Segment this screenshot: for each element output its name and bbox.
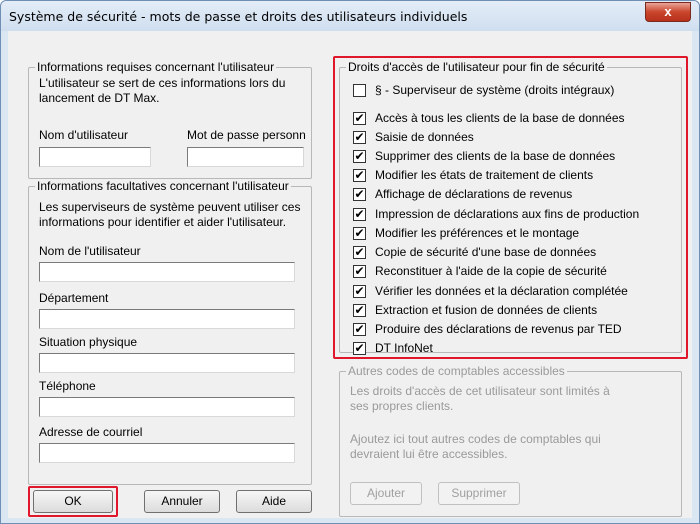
phone-label: Téléphone (39, 379, 96, 393)
location-label: Situation physique (39, 335, 138, 349)
location-field[interactable] (39, 353, 295, 373)
help-button[interactable]: Aide (236, 490, 312, 513)
optional-info-group: Informations facultatives concernant l'u… (28, 179, 312, 485)
department-field[interactable] (39, 309, 295, 329)
checked-checkbox[interactable]: ✔ (353, 323, 366, 336)
checked-checkbox[interactable]: ✔ (353, 188, 366, 201)
checked-checkbox[interactable]: ✔ (353, 131, 366, 144)
checked-checkbox[interactable]: ✔ (353, 150, 366, 163)
other-codes-text-2: Ajoutez ici tout autres codes de comptab… (350, 432, 601, 461)
email-label: Adresse de courriel (39, 425, 143, 439)
close-icon: x (664, 4, 672, 19)
optional-info-description: Les superviseurs de système peuvent util… (39, 200, 301, 229)
window-title: Système de sécurité - mots de passe et d… (9, 9, 468, 24)
full-name-label: Nom de l'utilisateur (39, 244, 141, 258)
password-field[interactable] (187, 147, 304, 167)
full-name-field[interactable] (39, 262, 295, 282)
access-right-label: DT InfoNet (375, 341, 433, 355)
department-label: Département (39, 291, 109, 305)
access-right-label: Copie de sécurité d'une base de données (375, 245, 597, 259)
other-codes-legend: Autres codes de comptables accessibles (346, 364, 567, 378)
delete-button[interactable]: Supprimer (438, 482, 520, 505)
required-info-description: L'utilisateur se sert de ces information… (39, 76, 286, 105)
checked-checkbox[interactable]: ✔ (353, 265, 366, 278)
required-info-legend: Informations requises concernant l'utili… (35, 60, 277, 74)
access-right-label: § - Superviseur de système (droits intég… (375, 83, 615, 97)
checked-checkbox[interactable]: ✔ (353, 112, 366, 125)
access-right-label: Accès à tous les clients de la base de d… (375, 111, 625, 125)
checked-checkbox[interactable]: ✔ (353, 304, 366, 317)
access-right-label: Impression de déclarations aux fins de p… (375, 207, 640, 221)
access-right-label: Modifier les états de traitement de clie… (375, 168, 594, 182)
title-bar: Système de sécurité - mots de passe et d… (1, 1, 699, 31)
cancel-button[interactable]: Annuler (144, 490, 220, 513)
access-rights-group: Droits d'accès de l'utilisateur pour fin… (339, 60, 682, 355)
unchecked-checkbox[interactable] (353, 84, 366, 97)
other-codes-group: Autres codes de comptables accessibles L… (339, 364, 682, 517)
checked-checkbox[interactable]: ✔ (353, 227, 366, 240)
password-label: Mot de passe personn (187, 128, 306, 142)
access-right-label: Reconstituer à l'aide de la copie de séc… (375, 264, 607, 278)
access-right-label: Affichage de déclarations de revenus (375, 187, 573, 201)
checked-checkbox[interactable]: ✔ (353, 169, 366, 182)
add-button[interactable]: Ajouter (350, 482, 422, 505)
checked-checkbox[interactable]: ✔ (353, 246, 366, 259)
username-label: Nom d'utilisateur (39, 128, 128, 142)
access-right-label: Supprimer des clients de la base de donn… (375, 149, 616, 163)
checked-checkbox[interactable]: ✔ (353, 208, 366, 221)
required-info-group: Informations requises concernant l'utili… (28, 60, 312, 179)
phone-field[interactable] (39, 397, 295, 417)
access-rights-legend: Droits d'accès de l'utilisateur pour fin… (346, 60, 607, 74)
ok-button[interactable]: OK (33, 490, 113, 513)
email-field[interactable] (39, 443, 295, 463)
username-field[interactable] (39, 147, 151, 167)
checked-checkbox[interactable]: ✔ (353, 285, 366, 298)
access-right-label: Produire des déclarations de revenus par… (375, 322, 622, 336)
other-codes-text-1: Les droits d'accès de cet utilisateur so… (350, 384, 610, 413)
checked-checkbox[interactable]: ✔ (353, 342, 366, 355)
security-dialog: Système de sécurité - mots de passe et d… (0, 0, 700, 524)
access-right-label: Saisie de données (375, 130, 474, 144)
access-right-label: Vérifier les données et la déclaration c… (375, 284, 628, 298)
dialog-body: Informations requises concernant l'utili… (8, 31, 692, 518)
access-right-label: Modifier les préférences et le montage (375, 226, 580, 240)
access-right-label: Extraction et fusion de données de clien… (375, 303, 598, 317)
close-button[interactable]: x (645, 2, 691, 22)
optional-info-legend: Informations facultatives concernant l'u… (35, 179, 291, 193)
